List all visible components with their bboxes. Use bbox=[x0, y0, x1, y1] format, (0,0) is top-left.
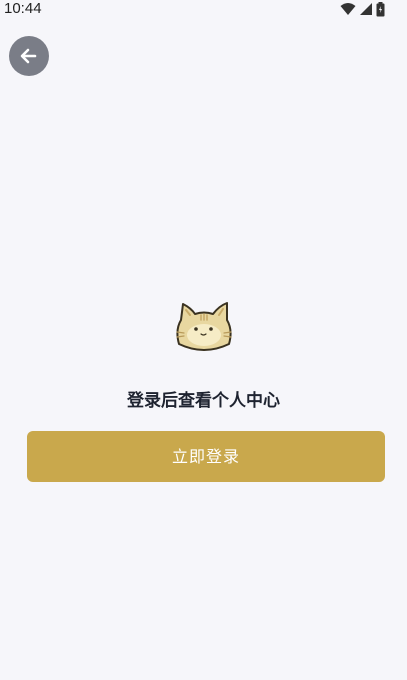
login-prompt: 登录后查看个人中心 bbox=[127, 391, 280, 411]
login-button[interactable]: 立即登录 bbox=[27, 431, 385, 482]
signal-icon bbox=[359, 2, 373, 16]
login-button-label: 立即登录 bbox=[171, 446, 240, 466]
status-icons bbox=[340, 1, 385, 17]
arrow-left-icon bbox=[20, 48, 38, 64]
status-time: 10:44 bbox=[4, 0, 42, 17]
status-bar: 10:44 bbox=[0, 0, 407, 20]
wifi-icon bbox=[340, 2, 356, 16]
cat-mascot-icon bbox=[173, 300, 235, 354]
battery-icon bbox=[376, 1, 385, 17]
back-button[interactable] bbox=[9, 36, 49, 76]
